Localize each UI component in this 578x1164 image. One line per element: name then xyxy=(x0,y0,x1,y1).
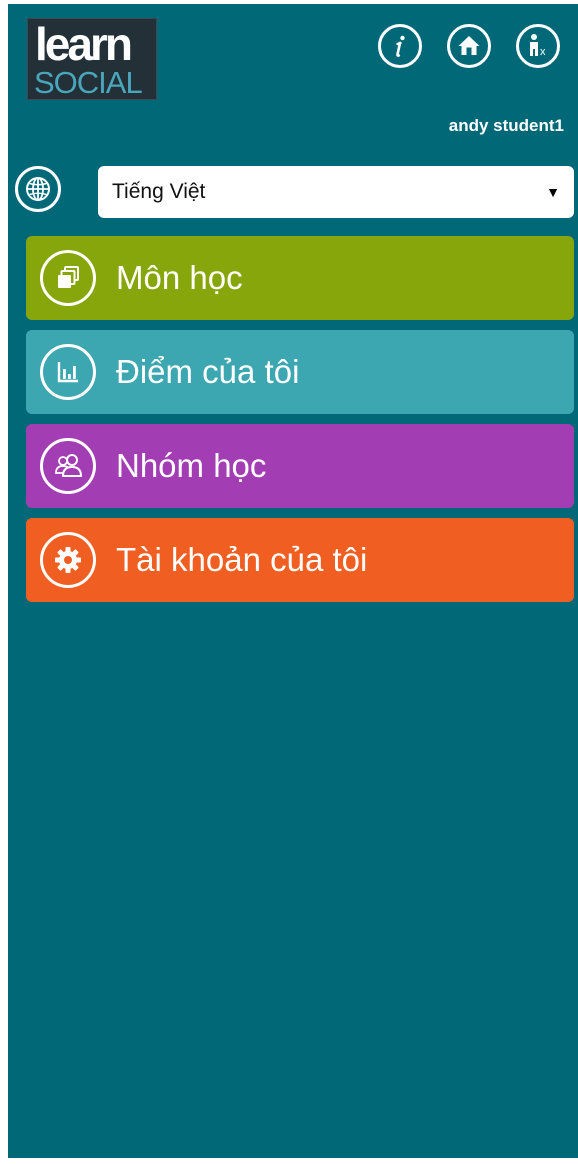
grades-chart-icon xyxy=(40,344,96,400)
user-name[interactable]: andy student1 xyxy=(449,116,564,136)
language-select-value: Tiếng Việt xyxy=(112,180,206,203)
logo-text-top: learn xyxy=(35,18,133,70)
settings-gear-icon xyxy=(40,532,96,588)
menu-item-groups[interactable]: Nhóm học xyxy=(26,424,574,508)
menu-item-label: Điểm của tôi xyxy=(116,353,300,390)
side-panel: learn SOCIAL x andy student1 Tiếng Việt … xyxy=(8,4,578,1158)
menu-item-label: Môn học xyxy=(116,259,243,296)
menu-item-grades[interactable]: Điểm của tôi xyxy=(26,330,574,414)
accessibility-icon[interactable]: x xyxy=(516,24,560,68)
groups-icon xyxy=(40,438,96,494)
globe-icon[interactable] xyxy=(15,166,61,212)
home-icon[interactable] xyxy=(447,24,491,68)
menu-item-account[interactable]: Tài khoản của tôi xyxy=(26,518,574,602)
courses-icon xyxy=(40,250,96,306)
menu-item-label: Tài khoản của tôi xyxy=(116,541,368,578)
menu-item-courses[interactable]: Môn học xyxy=(26,236,574,320)
language-select[interactable]: Tiếng Việt ▼ xyxy=(98,166,574,218)
learnsocial-logo[interactable]: learn SOCIAL xyxy=(27,18,157,100)
info-icon[interactable] xyxy=(378,24,422,68)
dropdown-arrow-icon: ▼ xyxy=(546,184,560,200)
menu-item-label: Nhóm học xyxy=(116,447,267,484)
svg-text:x: x xyxy=(540,46,546,58)
logo-text-bottom: SOCIAL xyxy=(34,65,143,100)
